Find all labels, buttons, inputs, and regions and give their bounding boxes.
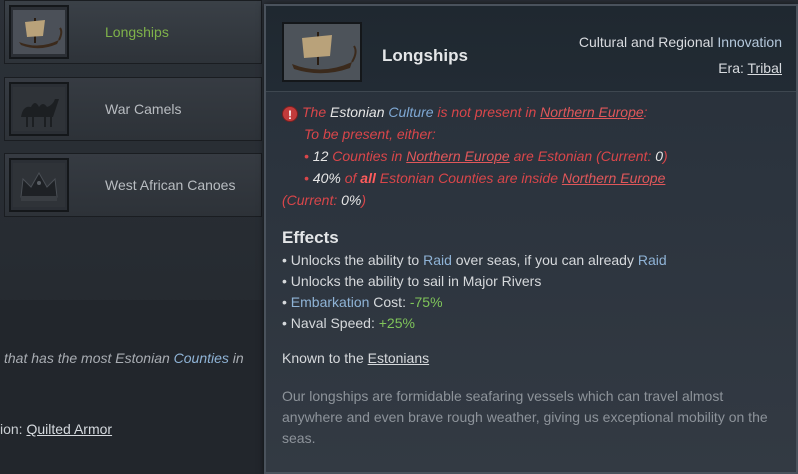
req-text: •: [304, 148, 313, 164]
req-emphasis: all: [360, 170, 376, 186]
camel-icon: [9, 82, 69, 136]
bg-text-part: in: [228, 350, 244, 366]
bg-text-part: that has the most Estonian: [4, 350, 174, 366]
req-text: ): [663, 148, 668, 164]
longship-icon: [9, 5, 69, 59]
effect-text: • Unlocks the ability to: [282, 252, 424, 268]
innovation-list-panel: [0, 0, 270, 474]
requirement-line-4: • 40% of all Estonian Counties are insid…: [304, 170, 665, 186]
tooltip-header: Longships Cultural and Regional Innovati…: [266, 6, 796, 92]
effect-line: • Unlocks the ability to sail in Major R…: [282, 273, 542, 289]
region-link[interactable]: Northern Europe: [406, 148, 510, 164]
bg-text-part: ion:: [0, 421, 27, 437]
counties-link[interactable]: Counties: [174, 350, 229, 366]
crown-icon: [9, 158, 69, 212]
culture-term[interactable]: Culture: [388, 104, 433, 120]
quilted-armor-link[interactable]: Quilted Armor: [26, 421, 112, 437]
raid-term[interactable]: Raid: [638, 252, 667, 268]
innovation-item-west-african-canoes[interactable]: West African Canoes: [4, 153, 262, 217]
kind-text: Cultural and Regional: [578, 34, 718, 50]
era-link[interactable]: Tribal: [748, 60, 783, 76]
known-to: Known to the Estonians: [282, 350, 429, 366]
lower-panel: [0, 300, 270, 474]
effect-line: • Naval Speed: +25%: [282, 315, 415, 331]
effect-text: • Naval Speed:: [282, 315, 379, 331]
innovation-item-longships[interactable]: Longships: [4, 0, 262, 64]
req-text: (Current:: [282, 192, 342, 208]
longship-icon: [282, 22, 362, 82]
effect-text: over seas, if you can already: [451, 252, 638, 268]
req-text: •: [304, 170, 313, 186]
effect-value: +25%: [378, 315, 415, 331]
innovation-kind: Cultural and Regional Innovation: [579, 34, 782, 50]
known-text: Known to the: [282, 350, 368, 366]
req-current: 0: [655, 148, 664, 164]
innovation-tooltip: Longships Cultural and Regional Innovati…: [264, 4, 798, 474]
innovation-era: Era: Tribal: [718, 60, 782, 76]
req-text: ): [361, 192, 367, 208]
embarkation-term[interactable]: Embarkation: [291, 294, 370, 310]
flavor-text: Our longships are formidable seafaring v…: [282, 388, 768, 446]
effect-text: •: [282, 294, 291, 310]
region-link[interactable]: Northern Europe: [540, 104, 644, 120]
estonians-link[interactable]: Estonians: [368, 350, 429, 366]
effect-line: • Unlocks the ability to Raid over seas,…: [282, 252, 667, 268]
req-current: 0%: [341, 192, 362, 208]
req-text: The: [302, 104, 331, 120]
effect-line: • Embarkation Cost: -75%: [282, 294, 443, 310]
req-number: 40%: [312, 170, 341, 186]
background-text-line-2: ion: Quilted Armor: [0, 421, 112, 437]
req-text: Counties in: [328, 148, 407, 164]
warning-icon: !: [282, 106, 298, 122]
culture-name: Estonian: [330, 104, 385, 120]
requirement-line-2: To be present, either:: [304, 126, 436, 142]
req-text: is not present in: [433, 104, 541, 120]
requirement-line-5: (Current: 0%): [282, 192, 366, 208]
tooltip-title: Longships: [382, 46, 468, 65]
requirement-line-1: ! The Estonian Culture is not present in …: [282, 104, 648, 122]
innovation-item-war-camels[interactable]: War Camels: [4, 77, 262, 141]
era-label: Era:: [718, 60, 748, 76]
req-text: are Estonian (Current:: [509, 148, 656, 164]
req-text: :: [643, 104, 648, 120]
background-text-line: that has the most Estonian Counties in: [4, 350, 244, 366]
requirement-line-3: • 12 Counties in Northern Europe are Est…: [304, 148, 668, 164]
req-text: of: [340, 170, 361, 186]
raid-term[interactable]: Raid: [423, 252, 452, 268]
innovation-label: War Camels: [105, 101, 182, 117]
innovation-label: West African Canoes: [105, 177, 236, 193]
effects-title: Effects: [282, 228, 339, 247]
innovation-label: Longships: [105, 24, 169, 40]
req-number: 12: [312, 148, 329, 164]
effect-value: -75%: [409, 294, 443, 310]
region-link[interactable]: Northern Europe: [562, 170, 666, 186]
req-text: Estonian Counties are inside: [375, 170, 562, 186]
effect-text: Cost:: [369, 294, 410, 310]
innovation-term[interactable]: Innovation: [717, 34, 782, 50]
